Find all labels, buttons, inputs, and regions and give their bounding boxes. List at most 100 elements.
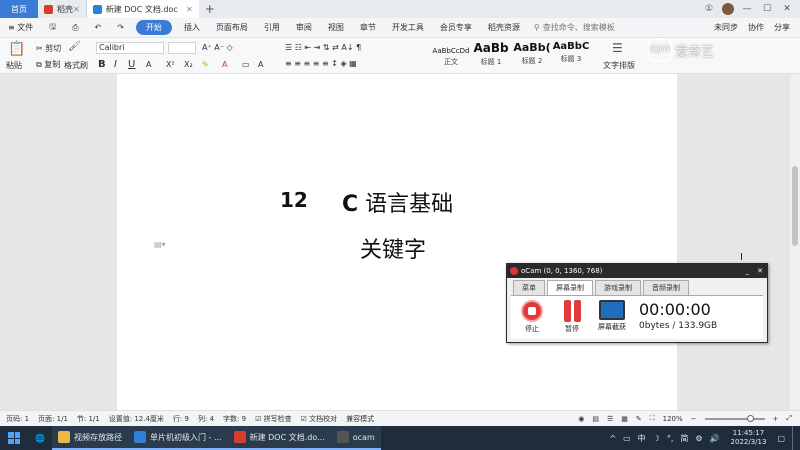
status-words[interactable]: 字数: 9 — [223, 414, 246, 424]
menu-insert[interactable]: 插入 — [176, 22, 208, 33]
style-heading-3[interactable]: AaBbC 标题 3 — [552, 41, 590, 71]
doc-check-button[interactable]: ☑ 文档校对 — [301, 414, 338, 424]
eye-protection-icon[interactable]: ◉ — [578, 415, 584, 423]
show-desktop-button[interactable] — [792, 426, 796, 450]
save-icon[interactable]: 🖫 — [41, 21, 64, 35]
maximize-icon[interactable]: ☐ — [760, 4, 774, 14]
zoom-out-icon[interactable]: − — [691, 415, 697, 423]
screen-capture-button[interactable]: 屏幕截获 — [597, 300, 627, 332]
ocam-tab-screen-record[interactable]: 屏幕录制 — [547, 280, 593, 295]
taskbar-app-browser[interactable]: 单片机初级入门 - ... — [128, 426, 228, 450]
menu-references[interactable]: 引用 — [256, 22, 288, 33]
ocam-tab-menu[interactable]: 菜单 — [513, 280, 545, 295]
punctuation-icon[interactable]: °, — [667, 434, 674, 443]
font-grow-icon[interactable]: A⁺ A⁻ ◇ — [202, 43, 233, 52]
outline-view-icon[interactable]: ☰ — [607, 415, 613, 423]
clock[interactable]: 11:45:17 2022/3/13 — [727, 429, 771, 447]
network-icon[interactable]: ▭ — [623, 434, 631, 443]
style-heading-1[interactable]: AaBb 标题 1 — [472, 41, 510, 71]
style-normal[interactable]: AaBbCcDd 正文 — [432, 41, 470, 71]
menu-daoke-resources[interactable]: 稻壳资源 — [480, 22, 528, 33]
subscript-icon[interactable]: X₂ — [184, 60, 193, 69]
font-name-select[interactable]: Calibri — [96, 42, 164, 54]
write-view-icon[interactable]: ✎ — [636, 415, 642, 423]
font-color-icon[interactable]: A — [222, 60, 227, 69]
close-icon[interactable]: ✕ — [73, 5, 80, 14]
start-button[interactable] — [0, 426, 28, 450]
ime-mode-indicator[interactable]: 简 — [680, 433, 688, 444]
pause-button[interactable]: 暂停 — [557, 300, 587, 334]
paste-label[interactable]: 粘贴 — [6, 60, 22, 71]
font-size-select[interactable] — [168, 42, 196, 54]
undo-icon[interactable]: ↶ — [86, 23, 109, 32]
settings-icon[interactable]: ⚙ — [695, 434, 702, 443]
zoom-level[interactable]: 120% — [663, 415, 683, 423]
format-painter-label[interactable]: 格式刷 — [64, 60, 88, 71]
menu-developer[interactable]: 开发工具 — [384, 22, 432, 33]
volume-icon[interactable]: 🔊 — [710, 434, 720, 443]
notification-icon[interactable]: ▢ — [777, 434, 785, 443]
fullscreen-icon[interactable]: ⤢ — [786, 414, 792, 423]
page-view-icon[interactable]: ▤ — [592, 415, 599, 423]
web-view-icon[interactable]: ▦ — [621, 415, 628, 423]
text-layout-label[interactable]: 文字排版 — [603, 60, 635, 71]
taskbar-app-wps[interactable]: 新建 DOC 文档.do... — [227, 426, 331, 450]
char-border-icon[interactable]: ▭ — [242, 60, 250, 69]
new-tab-button[interactable]: + — [199, 2, 221, 16]
print-icon[interactable]: ⎙ — [64, 23, 86, 33]
ocam-titlebar[interactable]: oCam (0, 0, 1360, 768) _ ✕ — [507, 264, 767, 278]
copy-button[interactable]: ⧉ 复制 — [36, 59, 60, 70]
bullet-list-icon[interactable]: ☰ ☷ ⇤ ⇥ ⇅ ⇄ A↓ ¶ — [285, 43, 361, 52]
sync-status[interactable]: 未同步 — [714, 22, 738, 33]
menu-review[interactable]: 审阅 — [288, 22, 320, 33]
command-search[interactable]: ⚲ 查找命令、搜索模板 — [534, 22, 615, 33]
cut-button[interactable]: ✂ 剪切 — [36, 43, 61, 54]
minimize-icon[interactable]: — — [740, 4, 754, 14]
close-icon[interactable]: ✕ — [186, 5, 193, 14]
stop-button[interactable]: 停止 — [517, 300, 547, 334]
avatar[interactable] — [722, 3, 734, 15]
menu-start[interactable]: 开始 — [135, 20, 172, 35]
style-heading-2[interactable]: AaBb( 标题 2 — [511, 41, 553, 71]
tab-home[interactable]: 首页 — [0, 0, 38, 18]
text-layout-icon[interactable]: ☰ — [612, 41, 623, 55]
underline-icon[interactable]: U — [128, 59, 135, 70]
menu-section[interactable]: 章节 — [352, 22, 384, 33]
input-mode-icon[interactable]: ☽ — [653, 434, 660, 443]
ime-indicator[interactable]: 中 — [638, 433, 646, 444]
close-window-icon[interactable]: ✕ — [780, 4, 794, 14]
vertical-scrollbar[interactable] — [790, 74, 800, 410]
tray-expand-icon[interactable]: ^ — [609, 434, 616, 443]
badge-icon[interactable]: ① — [702, 4, 716, 14]
menu-view[interactable]: 视图 — [320, 22, 352, 33]
edge-icon[interactable]: 🌐 — [28, 434, 52, 443]
bold-icon[interactable]: B — [98, 59, 106, 70]
tab-daoke[interactable]: 稻壳 ✕ — [38, 0, 87, 18]
format-painter-icon[interactable]: 🖌 — [68, 41, 81, 52]
tab-document[interactable]: 新建 DOC 文档.doc ✕ — [86, 0, 199, 18]
paste-icon[interactable]: 📋 — [8, 41, 25, 57]
collaborate-button[interactable]: 协作 — [748, 22, 764, 33]
ocam-tab-audio-record[interactable]: 音频录制 — [643, 280, 689, 295]
align-left-icon[interactable]: ≡ ≡ ≡ ≡ ≡ ↕ ◈ ▦ — [285, 59, 357, 68]
menu-file[interactable]: ≡ 文件 — [4, 22, 41, 33]
char-shading-icon[interactable]: A — [258, 60, 263, 69]
ocam-tab-game-record[interactable]: 游戏录制 — [595, 280, 641, 295]
highlight-icon[interactable]: ✎ — [202, 60, 209, 69]
close-icon[interactable]: ✕ — [757, 267, 763, 275]
taskbar-app-folder[interactable]: 视频存放路径 — [52, 426, 128, 450]
scrollbar-thumb[interactable] — [792, 166, 798, 246]
superscript-icon[interactable]: X² — [166, 60, 175, 69]
document-page[interactable]: ▤▾ 12 C 语言基础 关键字 — [117, 74, 677, 410]
zoom-slider-knob[interactable] — [746, 414, 754, 422]
menu-member[interactable]: 会员专享 — [432, 22, 480, 33]
fit-page-icon[interactable]: ⛶ — [650, 414, 655, 423]
menu-page-layout[interactable]: 页面布局 — [208, 22, 256, 33]
zoom-slider[interactable] — [704, 414, 765, 422]
italic-icon[interactable]: I — [114, 59, 117, 70]
strikethrough-icon[interactable]: A — [146, 60, 151, 69]
spell-check-button[interactable]: ☑ 拼写检查 — [255, 414, 292, 424]
zoom-in-icon[interactable]: + — [773, 415, 779, 423]
redo-icon[interactable]: ↷ — [109, 23, 132, 32]
share-button[interactable]: 分享 — [774, 22, 790, 33]
